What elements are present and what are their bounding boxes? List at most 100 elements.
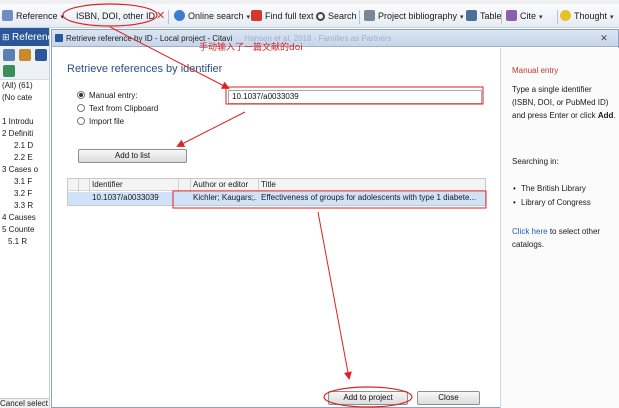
- reference-button[interactable]: Reference ▾: [2, 8, 64, 24]
- lightbulb-icon: [560, 10, 571, 21]
- tree-item: [0, 104, 49, 116]
- annotation-note: 手动输入了一篇文献的doi: [199, 43, 303, 53]
- category-icon[interactable]: [19, 49, 31, 61]
- online-search-button[interactable]: Online search ▾: [174, 8, 250, 24]
- reference-tree-panel: ⊞ References (All) (61) (No cate 1 Intro…: [0, 28, 50, 408]
- project-bibliography-label: Project bibliography: [378, 11, 458, 21]
- tree-item[interactable]: 2.1 D: [0, 140, 49, 152]
- thought-label: Thought: [574, 11, 608, 21]
- cancel-icon[interactable]: ✕: [156, 8, 165, 24]
- filter-icon[interactable]: [35, 49, 47, 61]
- help-instruction-end: .: [613, 111, 616, 120]
- isbn-doi-button[interactable]: ISBN, DOI, other ID: [76, 8, 155, 24]
- chevron-down-icon[interactable]: ▾: [539, 14, 543, 21]
- dialog-titlebar: Retrieve reference by ID - Local project…: [52, 30, 618, 47]
- tree-item[interactable]: (All) (61): [0, 80, 49, 92]
- find-full-text-button[interactable]: Find full text: [251, 8, 314, 24]
- table-row[interactable]: 10.1037/a0033039 Kichler; Kaugars;... Ef…: [68, 192, 485, 205]
- manual-entry-label: Manual entry:: [89, 91, 138, 100]
- identifier-input[interactable]: 10.1037/a0033039: [228, 90, 482, 104]
- tree-item[interactable]: (No cate: [0, 92, 49, 104]
- cite-button[interactable]: Cite ▾: [506, 8, 543, 24]
- retrieve-reference-dialog: Retrieve reference by ID - Local project…: [51, 29, 619, 408]
- status-bar: Cancel select: [0, 398, 49, 408]
- chevron-down-icon[interactable]: ▾: [610, 14, 614, 21]
- clipboard-radio[interactable]: Text from Clipboard: [77, 103, 158, 115]
- cite-label: Cite: [520, 11, 537, 21]
- cell-identifier: 10.1037/a0033039: [92, 193, 159, 202]
- select-catalogs-text: Click here to select other catalogs.: [512, 225, 616, 251]
- pdf-icon: [251, 10, 262, 21]
- tree-item[interactable]: 3.1 F: [0, 176, 49, 188]
- add-to-project-button[interactable]: Add to project: [328, 391, 408, 405]
- search-label: Search: [328, 11, 357, 21]
- radio-icon: [77, 117, 85, 125]
- searching-in-label: Searching in:: [512, 157, 559, 166]
- cell-author: Kichler; Kaugars;...: [193, 193, 257, 202]
- table-label: Table: [480, 11, 502, 21]
- tree-item[interactable]: 2 Definiti: [0, 128, 49, 140]
- online-search-label: Online search: [188, 11, 244, 21]
- help-instruction: Type a single identifier (ISBN, DOI, or …: [512, 83, 616, 122]
- grid-icon: ⊞: [2, 32, 13, 42]
- panel-toolbar: [0, 46, 49, 80]
- tree-item[interactable]: 3.2 F: [0, 188, 49, 200]
- search-button[interactable]: Search: [316, 8, 357, 24]
- isbn-doi-label: ISBN, DOI, other ID: [76, 11, 156, 21]
- cell-title: Effectiveness of groups for adolescents …: [261, 193, 477, 202]
- tree-item[interactable]: 3.3 R: [0, 200, 49, 212]
- toolbar-divider: [501, 10, 502, 24]
- citavi-icon: [55, 34, 63, 42]
- tree-item[interactable]: 3 Cases o: [0, 164, 49, 176]
- sort-icon[interactable]: [3, 65, 15, 77]
- close-icon[interactable]: ✕: [596, 33, 612, 44]
- add-to-list-button[interactable]: Add to list: [78, 149, 187, 163]
- panel-header: ⊞ References: [0, 28, 49, 46]
- help-title: Manual entry: [512, 66, 559, 75]
- reference-label: Reference: [16, 11, 58, 21]
- globe-icon: [174, 10, 185, 21]
- column-identifier[interactable]: Identifier: [92, 179, 123, 191]
- column-title[interactable]: Title: [261, 179, 276, 191]
- main-toolbar: Reference ▾ ISBN, DOI, other ID ✕ Online …: [0, 4, 619, 28]
- tree-item[interactable]: 1 Introdu: [0, 116, 49, 128]
- help-instruction-text: Type a single identifier (ISBN, DOI, or …: [512, 85, 609, 120]
- toolbar-divider: [557, 10, 558, 24]
- radio-icon: [77, 104, 85, 112]
- click-here-link[interactable]: Click here: [512, 227, 548, 236]
- table-button[interactable]: Table: [466, 8, 502, 24]
- reference-icon: [2, 10, 13, 21]
- clipboard-label: Text from Clipboard: [89, 104, 159, 113]
- toolbar-divider: [359, 10, 360, 24]
- chevron-down-icon[interactable]: ▾: [61, 14, 65, 21]
- import-file-radio[interactable]: Import file: [77, 116, 124, 128]
- tree-item[interactable]: 5 Counte: [0, 224, 49, 236]
- results-table: Identifier Author or editor Title 10.103…: [67, 178, 486, 206]
- column-author[interactable]: Author or editor: [193, 179, 248, 191]
- dialog-heading: Retrieve references by identifier: [67, 63, 223, 75]
- radio-selected-icon: [77, 91, 85, 99]
- project-bibliography-button[interactable]: Project bibliography ▾: [364, 8, 464, 24]
- tree-item[interactable]: 4 Causes: [0, 212, 49, 224]
- table-icon: [466, 10, 477, 21]
- catalog-item: The British Library: [513, 184, 586, 193]
- chevron-down-icon[interactable]: ▾: [247, 14, 251, 21]
- cite-icon: [506, 10, 517, 21]
- bibliography-icon: [364, 10, 375, 21]
- close-button[interactable]: Close: [417, 391, 480, 405]
- help-instruction-bold: Add: [597, 111, 614, 120]
- chevron-down-icon[interactable]: ▾: [460, 14, 464, 21]
- find-full-text-label: Find full text: [265, 11, 314, 21]
- manual-entry-radio[interactable]: Manual entry:: [77, 90, 137, 102]
- catalog-item: Library of Congress: [513, 198, 591, 207]
- help-panel: Manual entry Type a single identifier (I…: [500, 48, 619, 408]
- toolbar-divider: [168, 10, 169, 24]
- thought-button[interactable]: Thought ▾: [560, 8, 614, 24]
- tree-item[interactable]: 5.1 R: [0, 236, 49, 248]
- panel-header-label: References: [12, 32, 49, 43]
- search-icon: [316, 12, 325, 21]
- import-file-label: Import file: [89, 117, 125, 126]
- table-header: Identifier Author or editor Title: [68, 179, 485, 191]
- collapse-icon[interactable]: [3, 49, 15, 61]
- tree-item[interactable]: 2.2 E: [0, 152, 49, 164]
